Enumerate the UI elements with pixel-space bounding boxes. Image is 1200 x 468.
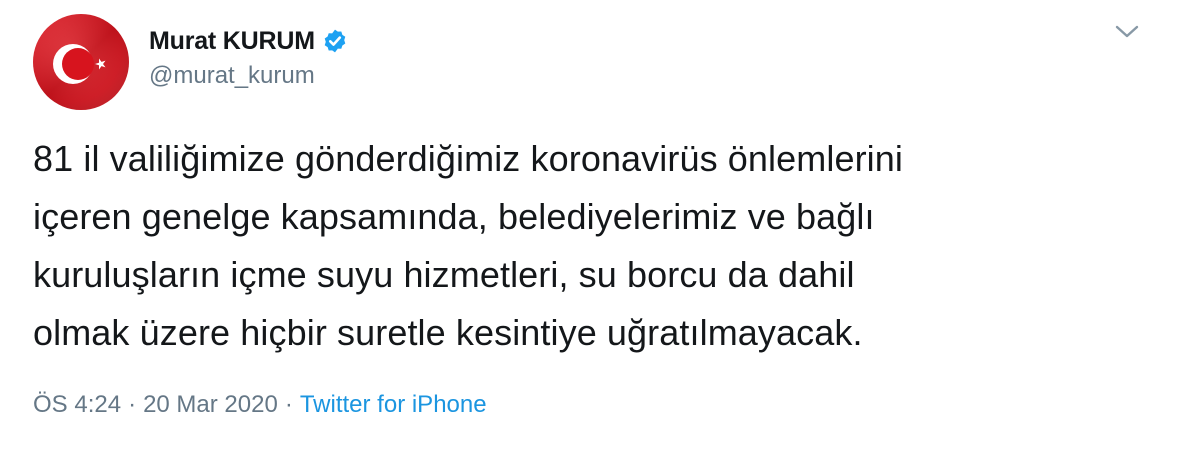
tweet-meta: ÖS 4:24 · 20 Mar 2020 · Twitter for iPho…	[33, 391, 487, 419]
tweet-text-line: kuruluşların içme suyu hizmetleri, su bo…	[33, 254, 855, 295]
chevron-down-icon[interactable]	[1112, 20, 1142, 44]
tweet-text-line: olmak üzere hiçbir suretle kesintiye uğr…	[33, 312, 863, 353]
verified-badge-icon	[324, 29, 346, 53]
tweet-text-line: içeren genelge kapsamında, belediyelerim…	[33, 196, 875, 237]
display-name[interactable]: Murat KURUM	[149, 27, 315, 56]
tweet-text: 81 il valiliğimize gönderdiğimiz koronav…	[33, 130, 1163, 362]
tweet-time[interactable]: ÖS 4:24	[33, 391, 121, 419]
user-name-row[interactable]: Murat KURUM	[149, 24, 348, 58]
avatar[interactable]	[33, 14, 129, 110]
tweet-text-line: 81 il valiliğimize gönderdiğimiz koronav…	[33, 138, 903, 179]
tweet-source-link[interactable]: Twitter for iPhone	[300, 391, 487, 419]
turkish-flag-icon	[33, 14, 129, 110]
user-handle[interactable]: @murat_kurum	[149, 62, 315, 90]
tweet-date[interactable]: 20 Mar 2020	[143, 391, 278, 419]
meta-separator: ·	[284, 391, 293, 418]
tweet-card: Murat KURUM @murat_kurum 81 il valiliğim…	[0, 0, 1200, 468]
meta-separator: ·	[128, 391, 137, 418]
